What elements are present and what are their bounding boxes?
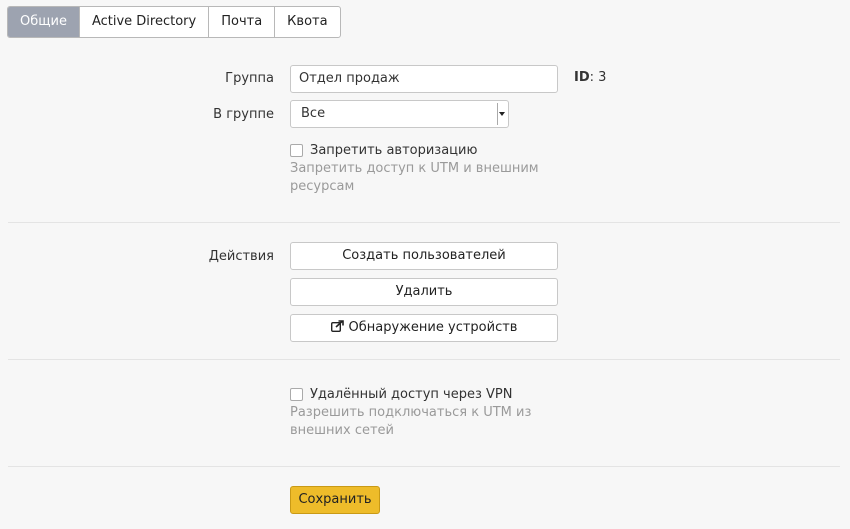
chevron-down-icon [497,103,506,125]
vpn-help: Разрешить подключаться к UTM из внешних … [290,405,532,438]
vpn-row[interactable]: Удалённый доступ через VPN [290,387,512,402]
group-label: Группа [225,71,274,86]
actions-label: Действия [208,249,274,264]
parent-group-label: В группе [213,107,274,122]
id-display: ID: 3 [574,70,606,85]
discover-devices-label: Обнаружение устройств [348,320,518,335]
id-label: ID [574,70,590,85]
tab-mail[interactable]: Почта [209,7,276,37]
tab-bar: Общие Active Directory Почта Квота [7,6,341,38]
delete-button[interactable]: Удалить [290,278,558,306]
tab-active-directory[interactable]: Active Directory [80,7,210,37]
deny-auth-row[interactable]: Запретить авторизацию [290,143,477,158]
discover-devices-button[interactable]: Обнаружение устройств [290,314,558,342]
group-name-input[interactable]: Отдел продаж [290,65,558,93]
save-button[interactable]: Сохранить [290,486,380,514]
create-users-button[interactable]: Создать пользователей [290,242,558,270]
tab-general[interactable]: Общие [8,7,80,37]
deny-auth-help: Запретить доступ к UTM и внешним ресурса… [290,161,539,194]
vpn-checkbox[interactable] [290,388,303,401]
vpn-label: Удалённый доступ через VPN [310,387,513,402]
tab-quota[interactable]: Квота [275,7,339,37]
divider [8,359,840,360]
deny-auth-label: Запретить авторизацию [310,143,478,158]
divider [8,222,840,223]
parent-group-value: Все [301,106,326,121]
share-square-icon [330,315,344,341]
parent-group-select[interactable]: Все [290,100,509,128]
deny-auth-checkbox[interactable] [290,144,303,157]
divider [8,466,840,467]
id-value: : 3 [589,70,607,85]
